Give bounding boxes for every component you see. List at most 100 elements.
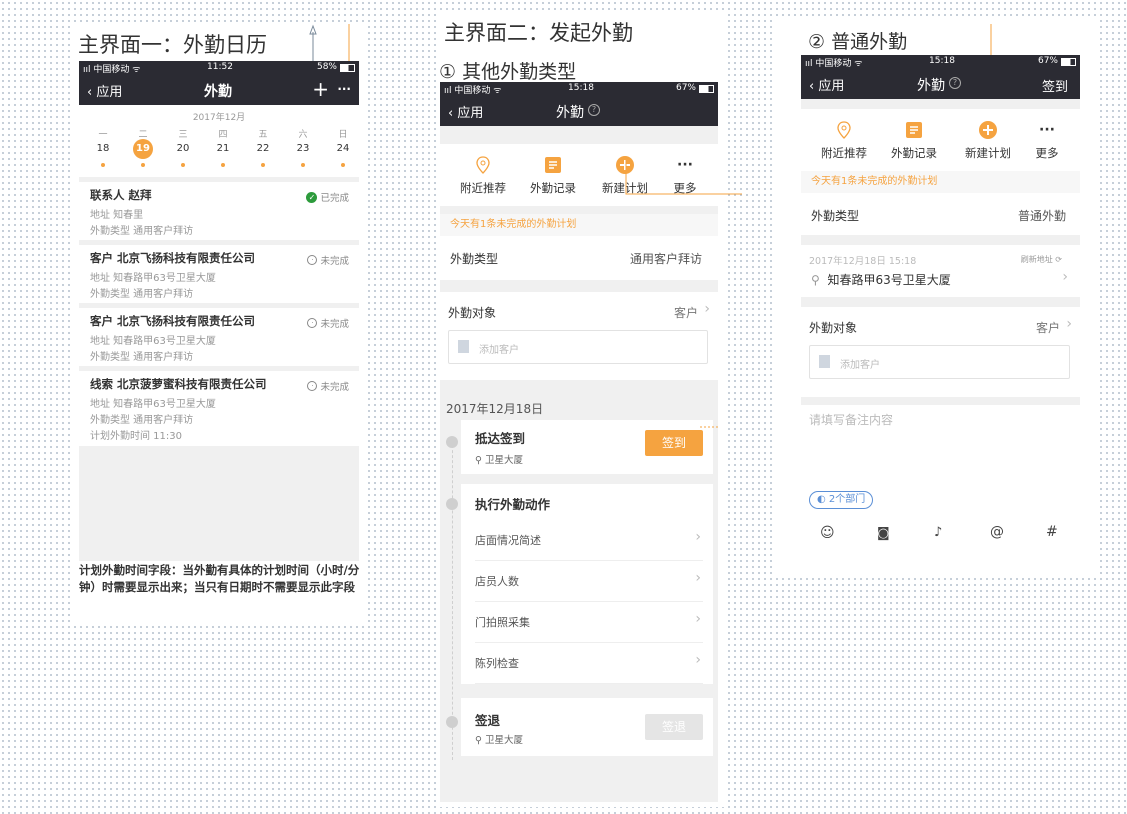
calendar-day[interactable]: 21 xyxy=(203,143,243,173)
action-item[interactable]: 店面情况简述 › xyxy=(475,520,703,561)
annotation-dash xyxy=(700,426,718,428)
mic-icon[interactable]: ♪ xyxy=(934,525,942,540)
calendar-day[interactable]: 24 xyxy=(323,143,359,173)
chevron-right-icon: › xyxy=(695,652,701,668)
phone-calendar: ııl 中国移动 ᯤ 11:52 58% ‹ 应用 外勤 + ··· 2017年… xyxy=(79,61,359,561)
carrier-label: ııl 中国移动 ᯤ xyxy=(805,59,863,69)
checkout-button[interactable]: 签退 xyxy=(645,714,703,740)
card-type: 外勤类型 通用客户拜访 xyxy=(90,226,194,237)
visit-card[interactable]: 客户 北京飞扬科技有限责任公司 · 未完成 地址 知春路甲63号卫星大厦 外勤类型… xyxy=(79,245,359,303)
chevron-right-icon: › xyxy=(1066,316,1072,332)
visit-card[interactable]: 联系人 赵拜 ✓ 已完成 地址 知春里 外勤类型 通用客户拜访 xyxy=(79,182,359,240)
hash-icon[interactable]: # xyxy=(1046,524,1058,540)
more-icon[interactable]: ··· xyxy=(337,82,351,96)
nav-title: 外勤 xyxy=(204,84,232,100)
nav-bar: ‹ 应用 外勤 ? xyxy=(440,96,718,126)
event-dot xyxy=(181,163,185,167)
location-row[interactable]: 2017年12月18日 15:18 刷新地址 ⟳ ⚲ 知春路甲63号卫星大厦 › xyxy=(801,245,1080,297)
add-customer-input[interactable]: 添加客户 xyxy=(448,330,708,364)
checkin-button[interactable]: 签到 xyxy=(645,430,703,456)
action-item[interactable]: 门拍照采集 › xyxy=(475,602,703,643)
back-button[interactable]: ‹ 应用 xyxy=(809,75,844,94)
check-icon: ✓ xyxy=(306,191,318,203)
chevron-right-icon: › xyxy=(1062,269,1068,285)
nav-title: 外勤 xyxy=(556,105,584,121)
checkin-datetime: 2017年12月18日 15:18 xyxy=(809,256,917,267)
action-item[interactable]: 店员人数 › xyxy=(475,561,703,602)
annotation-connector xyxy=(625,160,742,195)
card-address: 地址 知春路甲63号卫星大厦 xyxy=(90,273,216,284)
card-address: 地址 知春路甲63号卫星大厦 xyxy=(90,399,216,410)
plus-circle-icon xyxy=(979,121,997,139)
tool-nearby[interactable]: 附近推荐 xyxy=(809,119,879,161)
tool-more[interactable]: ··· 更多 xyxy=(1012,119,1080,161)
status-badge: · 未完成 xyxy=(307,253,349,267)
address-text: ⚲ 知春路甲63号卫星大厦 xyxy=(811,273,951,287)
day-number: 18 xyxy=(96,143,110,154)
tool-records[interactable]: 外勤记录 xyxy=(518,154,588,196)
smile-icon[interactable]: ☺ xyxy=(820,525,835,541)
calendar-day[interactable]: 23 xyxy=(283,143,323,173)
field-visit-type[interactable]: 外勤类型 通用客户拜访 xyxy=(440,236,718,280)
weekday-row: 一二三四五六日 xyxy=(79,127,359,140)
day-number: 20 xyxy=(176,143,190,154)
add-customer-input[interactable]: 添加客户 xyxy=(809,345,1070,379)
weekday-label: 一 xyxy=(98,130,108,140)
help-icon[interactable]: ? xyxy=(588,104,600,116)
weekday-label: 五 xyxy=(258,130,268,140)
weekday-label: 六 xyxy=(298,130,308,140)
add-icon[interactable]: + xyxy=(312,77,329,101)
timeline-date: 2017年12月18日 xyxy=(446,402,544,416)
clock-icon xyxy=(446,498,458,510)
status-bar: ııl 中国移动 ᯤ 15:18 67% xyxy=(440,82,718,96)
tool-records[interactable]: 外勤记录 xyxy=(879,119,949,161)
phone-normal: ııl 中国移动 ᯤ 15:18 67% ‹ 应用 外勤 ? 签到 附近推荐 外… xyxy=(801,55,1080,460)
notice-banner[interactable]: 今天有1条未完成的外勤计划 xyxy=(801,171,1080,193)
card-type: 外勤类型 通用客户拜访 xyxy=(90,415,194,426)
weekday-label: 四 xyxy=(218,130,228,140)
notice-banner[interactable]: 今天有1条未完成的外勤计划 xyxy=(440,214,718,236)
step-location: ⚲ 卫星大厦 xyxy=(475,455,523,466)
target-value[interactable]: 客户 xyxy=(1036,319,1060,336)
tool-nearby[interactable]: 附近推荐 xyxy=(448,154,518,196)
back-button[interactable]: ‹ 应用 xyxy=(448,102,483,121)
status-time: 15:18 xyxy=(568,83,594,93)
step-title: 签退 xyxy=(475,713,501,728)
back-button[interactable]: ‹ 应用 xyxy=(87,81,122,100)
event-dot xyxy=(301,163,305,167)
card-address: 地址 知春里 xyxy=(90,210,144,221)
calendar-day[interactable]: 19 xyxy=(123,139,163,173)
field-label: 外勤类型 xyxy=(811,209,860,223)
status-time: 15:18 xyxy=(929,56,955,66)
battery-icon xyxy=(340,64,355,72)
checkin-nav-button[interactable]: 签到 xyxy=(1042,76,1068,95)
building-icon xyxy=(819,355,830,368)
calendar-day[interactable]: 22 xyxy=(243,143,283,173)
action-item[interactable]: 陈列检查 › xyxy=(475,643,703,684)
status-time: 11:52 xyxy=(207,62,233,72)
department-scope-button[interactable]: ◐ 2个部门 xyxy=(809,491,874,509)
event-dot xyxy=(221,163,225,167)
calendar-day[interactable]: 20 xyxy=(163,143,203,173)
camera-icon[interactable]: ◙ xyxy=(877,526,890,541)
action-label: 店面情况简述 xyxy=(475,534,541,547)
compose-area: ◐ 2个部门 ☺ ◙ ♪ @ # xyxy=(772,460,1098,578)
visit-card[interactable]: 客户 北京飞扬科技有限责任公司 · 未完成 地址 知春路甲63号卫星大厦 外勤类型… xyxy=(79,308,359,366)
card-title: 客户 北京飞扬科技有限责任公司 xyxy=(90,314,256,328)
chevron-right-icon: › xyxy=(695,570,701,586)
event-dot xyxy=(141,163,145,167)
leave-step: 签退 ⚲ 卫星大厦 签退 xyxy=(461,698,713,756)
field-visit-type[interactable]: 外勤类型 普通外勤 xyxy=(801,193,1080,235)
calendar-day[interactable]: 18 xyxy=(83,143,123,173)
visit-card[interactable]: 线索 北京菠萝蜜科技有限责任公司 · 未完成 地址 知春路甲63号卫星大厦 外勤类… xyxy=(79,371,359,446)
clock-icon: · xyxy=(307,381,318,391)
day-number: 24 xyxy=(336,143,350,154)
more-dots-icon: ··· xyxy=(1039,122,1055,138)
status-badge: · 未完成 xyxy=(307,379,349,393)
target-value[interactable]: 客户 xyxy=(674,304,698,321)
chevron-right-icon: › xyxy=(695,611,701,627)
help-icon[interactable]: ? xyxy=(949,77,961,89)
remark-input[interactable]: 请填写备注内容 xyxy=(801,405,1080,460)
at-icon[interactable]: @ xyxy=(990,524,1004,540)
refresh-address-button[interactable]: 刷新地址 ⟳ xyxy=(1021,254,1062,265)
